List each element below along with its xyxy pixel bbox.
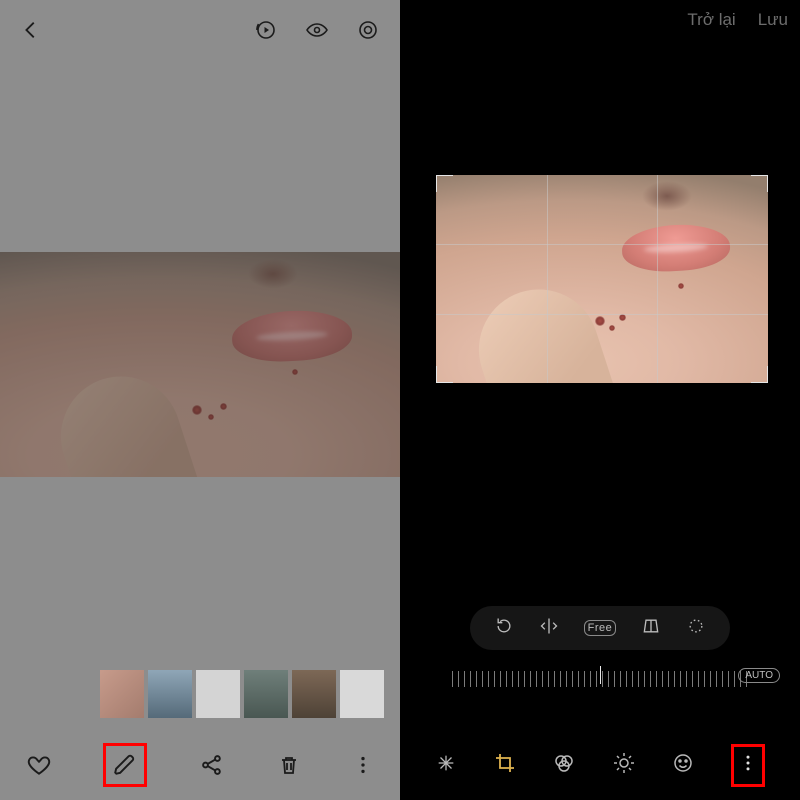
editor-bottombar <box>400 730 800 800</box>
trash-button[interactable] <box>277 752 301 778</box>
thumbnail[interactable] <box>148 670 192 718</box>
crop-tool-icon[interactable] <box>493 751 517 780</box>
thumbnail[interactable] <box>292 670 336 718</box>
eye-visibility-icon[interactable] <box>304 18 330 42</box>
editor-save-link[interactable]: Lưu <box>758 10 788 30</box>
main-photo[interactable] <box>0 252 400 477</box>
viewer-panel <box>0 0 400 800</box>
editor-header: Trở lại Lưu <box>687 10 788 30</box>
edit-button[interactable] <box>112 752 138 778</box>
more-button[interactable] <box>352 752 374 778</box>
thumbnail-strip[interactable] <box>100 670 392 718</box>
viewer-topbar <box>0 0 400 60</box>
rotate-ccw-icon[interactable] <box>494 616 514 641</box>
filters-icon[interactable] <box>552 751 576 780</box>
thumbnail[interactable] <box>244 670 288 718</box>
crop-canvas[interactable] <box>436 175 768 383</box>
back-button[interactable] <box>20 19 42 41</box>
crop-handle-tr[interactable] <box>751 175 768 192</box>
ratio-free-button[interactable]: Free <box>584 620 617 636</box>
crop-handle-bl[interactable] <box>436 366 453 383</box>
brightness-icon[interactable] <box>612 751 636 780</box>
thumbnail[interactable] <box>100 670 144 718</box>
magic-wand-icon[interactable] <box>435 752 457 779</box>
auto-straighten-badge[interactable]: AUTO <box>738 668 780 683</box>
edit-button-highlight <box>103 743 147 787</box>
editor-panel: Trở lại Lưu Free <box>400 0 800 800</box>
perspective-icon[interactable] <box>640 616 662 641</box>
rotation-ruler[interactable]: AUTO <box>452 666 748 692</box>
thumbnail[interactable] <box>196 670 240 718</box>
lasso-icon[interactable] <box>686 616 706 641</box>
crop-tools-pill: Free <box>470 606 730 650</box>
share-button[interactable] <box>199 752 225 778</box>
motion-photo-icon[interactable] <box>254 18 278 42</box>
sticker-icon[interactable] <box>671 751 695 780</box>
crop-handle-tl[interactable] <box>436 175 453 192</box>
bixby-lens-icon[interactable] <box>356 18 380 42</box>
editor-back-link[interactable]: Trở lại <box>687 10 735 30</box>
flip-horizontal-icon[interactable] <box>538 616 560 641</box>
thumbnail[interactable] <box>340 670 384 718</box>
viewer-bottombar <box>0 730 400 800</box>
editor-more-button[interactable] <box>738 751 758 780</box>
crop-handle-br[interactable] <box>751 366 768 383</box>
editor-more-highlight <box>731 744 765 787</box>
favorite-button[interactable] <box>26 752 52 778</box>
